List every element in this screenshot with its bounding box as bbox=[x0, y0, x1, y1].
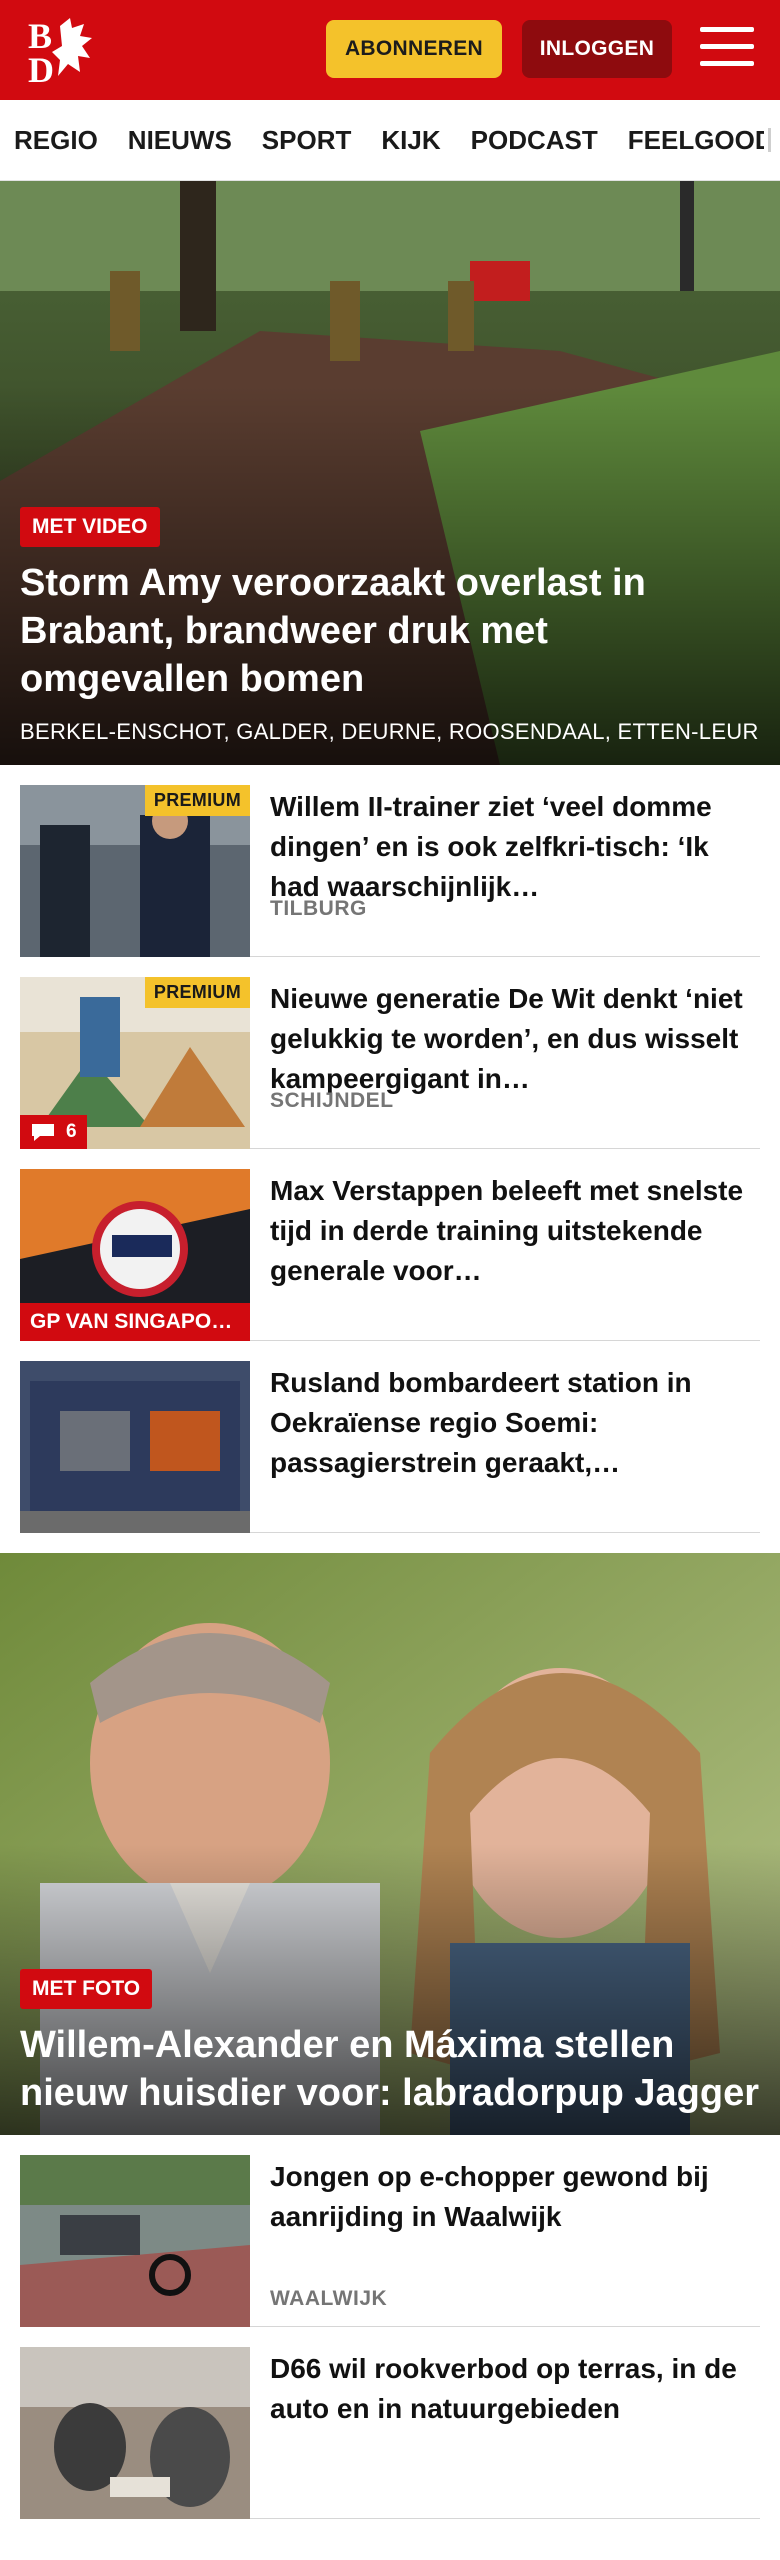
article-title[interactable]: Nieuwe generatie De Wit denkt ‘niet gelu… bbox=[270, 979, 760, 1099]
article-title[interactable]: D66 wil rookverbod op terras, in de auto… bbox=[270, 2349, 760, 2429]
article-title[interactable]: Rusland bombardeert station in Oekraïens… bbox=[270, 1363, 760, 1483]
list-item[interactable]: D66 wil rookverbod op terras, in de auto… bbox=[20, 2327, 760, 2519]
nav-scroll-fade bbox=[764, 100, 780, 180]
premium-badge: PREMIUM bbox=[144, 785, 250, 816]
category-label: GP VAN SINGAPORE bbox=[20, 1303, 250, 1341]
list-item[interactable]: Jongen op e-chopper gewond bij aanrijdin… bbox=[20, 2135, 760, 2327]
subscribe-button[interactable]: ABONNEREN bbox=[326, 20, 502, 78]
comment-icon bbox=[32, 1124, 54, 1141]
nav-item-nieuws[interactable]: NIEUWS bbox=[128, 125, 232, 156]
section-nav: REGIO NIEUWS SPORT KIJK PODCAST FEELGOOD bbox=[0, 100, 780, 181]
article-title[interactable]: Jongen op e-chopper gewond bij aanrijdin… bbox=[270, 2157, 760, 2237]
list-item[interactable]: PREMIUM 6 Nieuwe generatie De Wit denkt … bbox=[20, 957, 760, 1149]
article-thumbnail bbox=[20, 1361, 250, 1533]
comment-count-value: 6 bbox=[66, 1121, 77, 1142]
premium-badge: PREMIUM bbox=[144, 977, 250, 1008]
list-item[interactable]: GP VAN SINGAPORE Max Verstappen beleeft … bbox=[20, 1149, 760, 1341]
site-header: B D ABONNEREN INLOGGEN bbox=[0, 0, 780, 100]
nav-item-kijk[interactable]: KIJK bbox=[381, 125, 440, 156]
hero-locations: BERKEL-ENSCHOT, GALDER, DEURNE, ROOSENDA… bbox=[20, 719, 759, 744]
hero-article[interactable]: MET VIDEO Storm Amy veroorzaakt overlast… bbox=[0, 181, 780, 765]
nav-item-podcast[interactable]: PODCAST bbox=[471, 125, 598, 156]
article-thumbnail bbox=[20, 2347, 250, 2519]
bd-logo[interactable]: B D bbox=[26, 16, 118, 84]
photo-badge: MET FOTO bbox=[20, 1969, 153, 2009]
nav-item-regio[interactable]: REGIO bbox=[14, 125, 98, 156]
list-item[interactable]: PREMIUM Willem II-trainer ziet ‘veel dom… bbox=[20, 765, 760, 957]
hero-text: MET VIDEO Storm Amy veroorzaakt overlast… bbox=[20, 507, 760, 765]
nav-item-sport[interactable]: SPORT bbox=[262, 125, 352, 156]
comment-count[interactable]: 6 bbox=[20, 1115, 87, 1149]
article-title[interactable]: Max Verstappen beleeft met snelste tijd … bbox=[270, 1171, 760, 1291]
featured-article[interactable]: MET FOTO Willem-Alexander en Máxima stel… bbox=[0, 1553, 780, 2135]
hero-title[interactable]: Storm Amy veroorzaakt overlast in Braban… bbox=[20, 559, 760, 703]
nav-item-feelgood[interactable]: FEELGOOD bbox=[628, 125, 774, 156]
video-badge: MET VIDEO bbox=[20, 507, 160, 547]
menu-icon[interactable] bbox=[700, 27, 754, 71]
list-item[interactable]: Rusland bombardeert station in Oekraïens… bbox=[20, 1341, 760, 1533]
feature-title[interactable]: Willem-Alexander en Máxima stellen nieuw… bbox=[20, 2021, 760, 2117]
article-location: SCHIJNDEL bbox=[270, 1089, 394, 1112]
svg-text:D: D bbox=[28, 50, 54, 84]
article-thumbnail: PREMIUM 6 bbox=[20, 977, 250, 1149]
feature-text: MET FOTO Willem-Alexander en Máxima stel… bbox=[20, 1969, 760, 2117]
article-title[interactable]: Willem II-trainer ziet ‘veel domme dinge… bbox=[270, 787, 760, 907]
article-thumbnail: GP VAN SINGAPORE bbox=[20, 1169, 250, 1341]
article-location: WAALWIJK bbox=[270, 2287, 388, 2310]
login-button[interactable]: INLOGGEN bbox=[522, 20, 672, 78]
article-thumbnail: PREMIUM bbox=[20, 785, 250, 957]
article-thumbnail bbox=[20, 2155, 250, 2327]
article-location: TILBURG bbox=[270, 897, 367, 920]
